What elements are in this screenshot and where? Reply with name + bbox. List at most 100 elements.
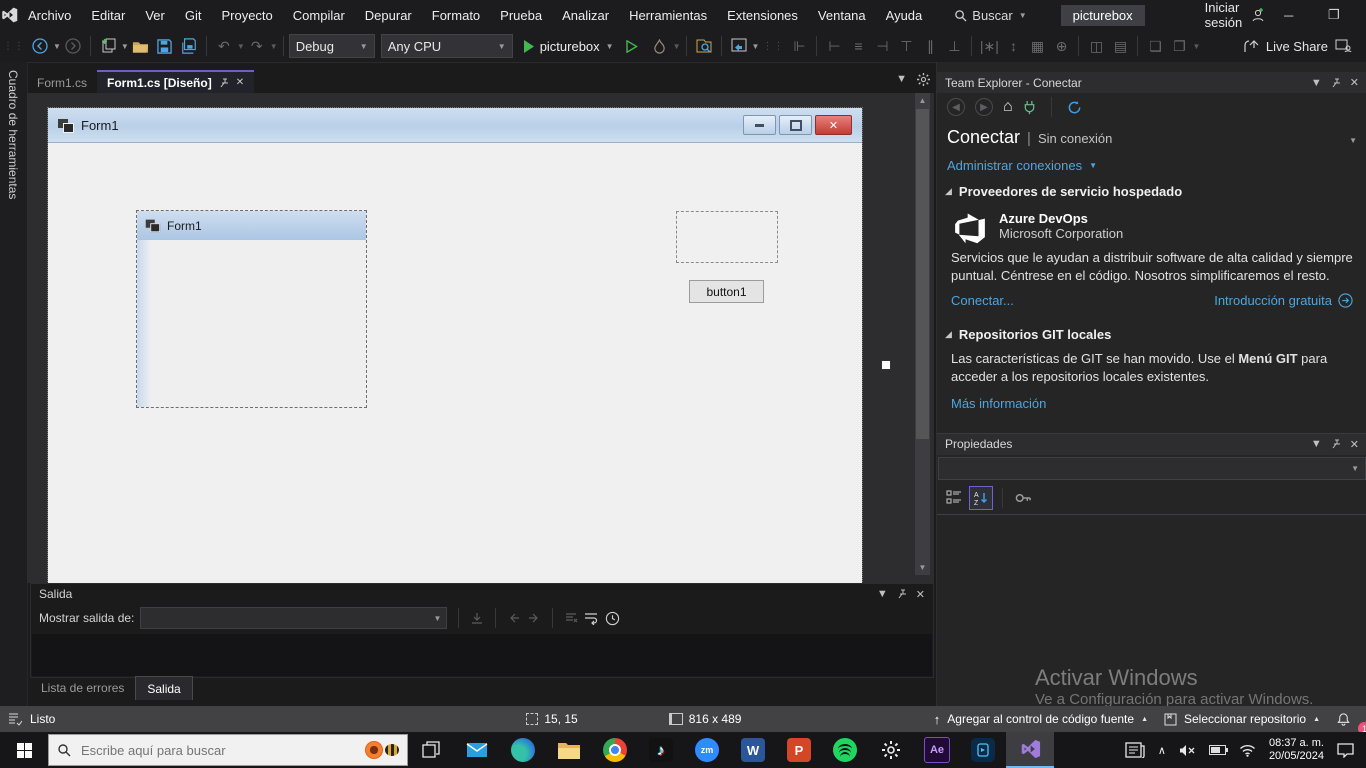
live-share-icon[interactable]	[1243, 39, 1259, 53]
open-folder-icon[interactable]	[129, 34, 153, 58]
arrow-right-circle-icon[interactable]	[1338, 293, 1353, 308]
section-local-git-repos[interactable]: ◢ Repositorios GIT locales	[937, 318, 1366, 346]
hot-reload-icon[interactable]	[648, 34, 672, 58]
menu-ayuda[interactable]: Ayuda	[876, 0, 933, 30]
configuration-select[interactable]: Debug ▼	[289, 34, 375, 58]
chevron-down-icon[interactable]: ▼	[53, 42, 61, 51]
solution-explorer-icon[interactable]	[727, 34, 751, 58]
after-effects-app-icon[interactable]: Ae	[914, 732, 960, 768]
align-centers-icon[interactable]: ≡	[846, 34, 870, 58]
button1-control[interactable]: button1	[689, 280, 764, 303]
home-icon[interactable]: ⌂	[1003, 98, 1013, 116]
chrome-browser-icon[interactable]	[592, 732, 638, 768]
form-resize-handle[interactable]	[881, 360, 891, 370]
designed-form-titlebar[interactable]: Form1 ✕	[48, 108, 862, 143]
close-panel-icon[interactable]: ✕	[916, 588, 925, 601]
search-box[interactable]: Buscar ▼	[944, 8, 1036, 23]
vs-logo-icon[interactable]	[0, 6, 18, 24]
solution-name[interactable]: picturebox	[1061, 5, 1145, 26]
taskbar-search-input[interactable]	[79, 742, 303, 759]
te-forward-icon[interactable]: ▶	[975, 98, 993, 116]
pin-icon[interactable]	[1331, 78, 1341, 88]
select-repository-button[interactable]: Seleccionar repositorio ▲	[1156, 706, 1328, 732]
manage-connections-link[interactable]: Administrar conexiones	[947, 158, 1082, 173]
make-same-width-icon[interactable]: |∗|	[977, 34, 1001, 58]
visual-studio-taskbar-button[interactable]	[1006, 732, 1054, 768]
window-position-icon[interactable]: ▼	[877, 588, 888, 600]
window-close-button[interactable]: ✕	[1356, 0, 1366, 30]
navigate-forward-icon[interactable]	[61, 34, 85, 58]
size-to-grid-icon[interactable]: ▦	[1025, 34, 1049, 58]
menu-editar[interactable]: Editar	[81, 0, 135, 30]
start-debug-button[interactable]: picturebox ▼	[523, 39, 614, 54]
chevron-down-icon[interactable]: ▼	[752, 42, 760, 51]
task-view-button[interactable]	[408, 732, 454, 768]
bring-to-front-icon[interactable]: ❏	[1143, 34, 1167, 58]
tab-output[interactable]: Salida	[135, 676, 192, 700]
tab-settings-gear-icon[interactable]	[917, 73, 930, 89]
align-lefts-icon[interactable]: ⊢	[822, 34, 846, 58]
picturebox-control[interactable]	[676, 211, 778, 263]
menu-extensiones[interactable]: Extensiones	[717, 0, 808, 30]
powerpoint-app-icon[interactable]: P	[776, 732, 822, 768]
window-position-icon[interactable]: ▼	[1311, 77, 1322, 89]
inner-form-control[interactable]: Form1	[136, 210, 367, 408]
menu-analizar[interactable]: Analizar	[552, 0, 619, 30]
new-project-icon[interactable]	[96, 34, 120, 58]
section-hosted-providers[interactable]: ◢ Proveedores de servicio hospedado	[937, 175, 1366, 203]
window-position-icon[interactable]: ▼	[1311, 438, 1322, 450]
close-panel-icon[interactable]: ✕	[1350, 438, 1359, 451]
notifications-bell-button[interactable]: 1	[1328, 706, 1366, 732]
connect-link[interactable]: Conectar...	[951, 293, 1014, 308]
pin-icon[interactable]	[897, 589, 907, 599]
close-panel-icon[interactable]: ✕	[1350, 76, 1359, 89]
connections-plug-icon[interactable]	[1023, 100, 1036, 115]
menu-depurar[interactable]: Depurar	[355, 0, 422, 30]
edge-browser-icon[interactable]	[500, 732, 546, 768]
form-maximize-button[interactable]	[779, 115, 812, 135]
word-app-icon[interactable]: W	[730, 732, 776, 768]
news-widget-icon[interactable]	[1125, 742, 1145, 758]
tiktok-app-icon[interactable]: ♪	[638, 732, 684, 768]
menu-archivo[interactable]: Archivo	[18, 0, 81, 30]
scrollbar-thumb[interactable]	[916, 109, 929, 439]
team-explorer-header[interactable]: Team Explorer - Conectar ▼ ✕	[937, 72, 1366, 93]
next-message-icon[interactable]	[527, 611, 541, 625]
menu-proyecto[interactable]: Proyecto	[211, 0, 282, 30]
tray-expand-chevron-icon[interactable]: ∧	[1158, 744, 1166, 757]
output-text-area[interactable]	[32, 634, 932, 676]
align-middles-icon[interactable]: ∥	[918, 34, 942, 58]
menu-formato[interactable]: Formato	[422, 0, 490, 30]
properties-object-select[interactable]: ▼	[938, 457, 1366, 480]
clock[interactable]: 08:37 a. m. 20/05/2024	[1269, 737, 1324, 763]
get-started-free-link[interactable]: Introducción gratuita	[1214, 293, 1332, 308]
save-icon[interactable]	[153, 34, 177, 58]
send-to-back-icon[interactable]: ❐	[1167, 34, 1191, 58]
tab-error-list[interactable]: Lista de errores	[30, 676, 135, 700]
user-account-icon[interactable]	[1250, 7, 1266, 23]
menu-ver[interactable]: Ver	[135, 0, 175, 30]
action-center-icon[interactable]	[1337, 743, 1354, 758]
scroll-down-icon[interactable]: ▼	[915, 560, 930, 575]
goto-message-icon[interactable]	[470, 611, 484, 625]
toolbox-side-strip[interactable]: Cuadro de herramientas	[0, 62, 28, 706]
form-minimize-button[interactable]	[743, 115, 776, 135]
zoom-app-icon[interactable]: zm	[684, 732, 730, 768]
platform-select[interactable]: Any CPU ▼	[381, 34, 513, 58]
property-pages-key-icon[interactable]	[1012, 487, 1034, 509]
add-to-source-control-button[interactable]: ↑ Agregar al control de código fuente ▲	[926, 706, 1156, 732]
taskbar-search-box[interactable]	[48, 734, 408, 766]
menu-git[interactable]: Git	[175, 0, 212, 30]
properties-header[interactable]: Propiedades ▼ ✕	[937, 433, 1366, 455]
zoom-icon[interactable]: ⊕	[1049, 34, 1073, 58]
window-restore-button[interactable]: ❐	[1311, 0, 1356, 30]
bing-daily-flower-icon[interactable]	[365, 741, 383, 759]
align-rights-icon[interactable]: ⊣	[870, 34, 894, 58]
start-without-debug-icon[interactable]	[620, 34, 644, 58]
mail-app-icon[interactable]	[454, 732, 500, 768]
scroll-up-icon[interactable]: ▲	[915, 93, 930, 108]
designer-vertical-scrollbar[interactable]: ▲ ▼	[915, 93, 930, 575]
select-pointer-icon[interactable]: ⊩	[787, 34, 811, 58]
window-minimize-button[interactable]: ─	[1266, 0, 1311, 30]
volume-muted-icon[interactable]	[1179, 744, 1196, 757]
